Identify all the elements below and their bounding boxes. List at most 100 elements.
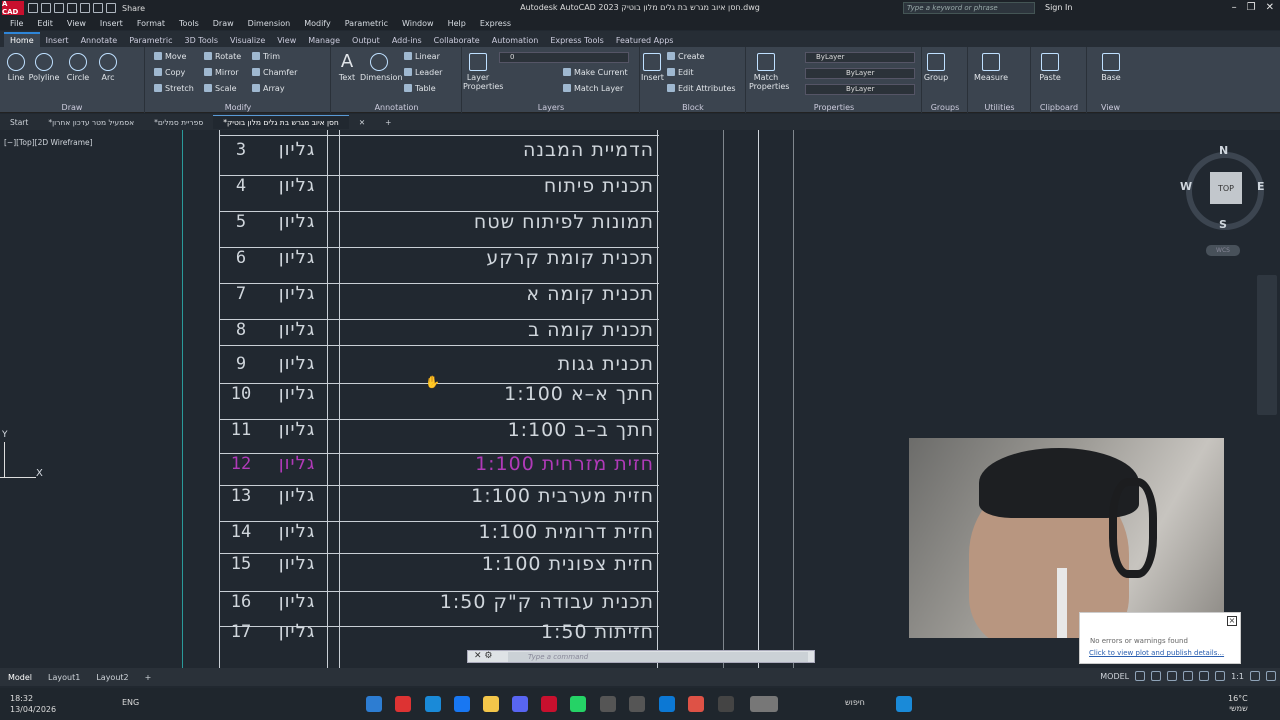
command-close-icon[interactable]: ✕ ⚙ <box>474 651 492 661</box>
polyline-button[interactable]: Polyline <box>28 53 60 82</box>
text-button[interactable]: A Text <box>334 53 360 83</box>
language-indicator[interactable]: ENG <box>122 698 139 707</box>
workspace-gear-icon[interactable] <box>1250 671 1260 681</box>
table-row[interactable]: 15 גליון חזית צפונית 1:100 <box>219 548 659 582</box>
compass-west[interactable]: W <box>1180 180 1192 193</box>
menu-modify[interactable]: Modify <box>304 19 331 28</box>
view-panel-label[interactable]: View <box>1088 103 1133 112</box>
match-layer-button[interactable]: Match Layer <box>563 84 623 93</box>
table-row[interactable]: 11 גליון חתך ב–ב 1:100 <box>219 414 659 448</box>
polar-icon[interactable] <box>1183 671 1194 681</box>
table-row[interactable]: 8 גליון תכנית קומה ב <box>219 314 659 348</box>
compass-south[interactable]: S <box>1219 218 1227 231</box>
taskbar-clock[interactable]: 18:32 13/04/2026 <box>10 693 56 715</box>
menu-edit[interactable]: Edit <box>37 19 53 28</box>
tab-3d-tools[interactable]: 3D Tools <box>179 34 225 47</box>
chamfer-button[interactable]: Chamfer <box>252 68 297 77</box>
insert-block-button[interactable]: Insert <box>641 53 664 82</box>
menu-file[interactable]: File <box>10 19 23 28</box>
scale-button[interactable]: Scale <box>204 84 237 93</box>
arc-button[interactable]: Arc <box>96 53 120 82</box>
match-properties-button[interactable]: Match Properties <box>749 53 789 91</box>
weather-widget[interactable]: 16°C שמשי <box>1228 694 1248 714</box>
rotate-button[interactable]: Rotate <box>204 52 241 61</box>
layout-tab-model[interactable]: Model <box>0 671 40 684</box>
tab-express-tools[interactable]: Express Tools <box>544 34 610 47</box>
lineweight-dropdown[interactable]: ByLayer <box>805 84 915 95</box>
app-icon[interactable] <box>718 696 734 712</box>
app-icon[interactable] <box>366 696 382 712</box>
table-button[interactable]: Table <box>404 84 436 93</box>
groups-panel-label[interactable]: Groups <box>923 103 967 112</box>
discord-icon[interactable] <box>512 696 528 712</box>
layer-properties-button[interactable]: Layer Properties <box>463 53 503 91</box>
stretch-button[interactable]: Stretch <box>154 84 194 93</box>
table-row[interactable]: 3 גליון הדמיית המבנה <box>219 134 659 168</box>
app-icon[interactable] <box>750 696 778 712</box>
annotation-scale[interactable]: 1:1 <box>1231 672 1244 681</box>
lineweight-icon[interactable] <box>1215 671 1226 681</box>
table-row[interactable]: 16 גליון תכנית עבודה ק"ק 1:50 <box>219 586 659 620</box>
navigation-bar[interactable] <box>1257 275 1277 415</box>
line-button[interactable]: Line <box>4 53 28 82</box>
layout-tab-layout2[interactable]: Layout2 <box>88 671 136 684</box>
table-row[interactable]: 17 גליון חזיתות 1:50 <box>219 616 659 650</box>
snap-icon[interactable] <box>1151 671 1162 681</box>
color-dropdown[interactable]: ByLayer <box>805 52 915 63</box>
doc-tab-2[interactable]: *ספריית סמלים <box>144 116 213 129</box>
osnap-icon[interactable] <box>1199 671 1210 681</box>
properties-panel-label[interactable]: Properties <box>747 103 921 112</box>
compass-north[interactable]: N <box>1219 144 1228 157</box>
viewcube-top[interactable]: TOP <box>1210 172 1242 204</box>
doc-tab-close-icon[interactable]: ✕ <box>349 116 375 129</box>
block-panel-label[interactable]: Block <box>641 103 745 112</box>
tab-featured-apps[interactable]: Featured Apps <box>610 34 680 47</box>
menu-dimension[interactable]: Dimension <box>248 19 291 28</box>
table-row[interactable]: 7 גליון תכנית קומה א <box>219 278 659 312</box>
wcs-menu[interactable]: WCS <box>1206 245 1240 256</box>
close-icon[interactable]: × <box>1227 616 1237 626</box>
sign-in-button[interactable]: Sign In <box>1045 3 1072 12</box>
trim-button[interactable]: Trim <box>252 52 280 61</box>
linear-button[interactable]: Linear <box>404 52 440 61</box>
windows-start-icon[interactable] <box>896 696 912 712</box>
facebook-icon[interactable] <box>454 696 470 712</box>
autocad-taskbar-icon[interactable] <box>541 696 557 712</box>
tab-home[interactable]: Home <box>4 32 40 47</box>
app-icon[interactable] <box>629 696 645 712</box>
whatsapp-icon[interactable] <box>570 696 586 712</box>
doc-tab-active[interactable]: *חסן איוב מגרש בת גלים מלון בוטיק <box>213 115 349 129</box>
tab-collaborate[interactable]: Collaborate <box>428 34 486 47</box>
table-row[interactable]: 14 גליון חזית דרומית 1:100 <box>219 516 659 550</box>
tab-automation[interactable]: Automation <box>486 34 545 47</box>
menu-format[interactable]: Format <box>137 19 165 28</box>
tab-annotate[interactable]: Annotate <box>75 34 124 47</box>
annotation-panel-label[interactable]: Annotation <box>332 103 461 112</box>
create-block-button[interactable]: Create <box>667 52 705 61</box>
modify-panel-label[interactable]: Modify <box>146 103 330 112</box>
layout-tab-layout1[interactable]: Layout1 <box>40 671 88 684</box>
viewport-controls[interactable]: [−][Top][2D Wireframe] <box>4 138 93 147</box>
table-row[interactable]: 12 גליון חזית מזרחית 1:100 <box>219 448 659 482</box>
tab-parametric[interactable]: Parametric <box>123 34 178 47</box>
doc-tab-1[interactable]: *אסמעיל מטר עדכון אחרון <box>38 116 144 129</box>
compass-east[interactable]: E <box>1257 180 1265 193</box>
layer-dropdown[interactable]: 0 <box>499 52 629 63</box>
maximize-icon[interactable]: ❐ <box>1247 2 1256 13</box>
array-button[interactable]: Array <box>252 84 285 93</box>
grid-icon[interactable] <box>1135 671 1146 681</box>
table-row[interactable]: 5 גליון תמונות לפיתוח שטח <box>219 206 659 240</box>
clipboard-panel-label[interactable]: Clipboard <box>1032 103 1086 112</box>
menu-window[interactable]: Window <box>402 19 434 28</box>
move-button[interactable]: Move <box>154 52 186 61</box>
tab-add-ins[interactable]: Add-ins <box>386 34 428 47</box>
menu-help[interactable]: Help <box>448 19 466 28</box>
model-space-toggle[interactable]: MODEL <box>1100 672 1129 681</box>
layers-panel-label[interactable]: Layers <box>463 103 639 112</box>
paste-button[interactable]: Paste <box>1036 53 1064 82</box>
group-button[interactable]: Group <box>923 53 949 82</box>
new-tab-icon[interactable]: + <box>375 116 401 129</box>
menu-insert[interactable]: Insert <box>100 19 123 28</box>
make-current-button[interactable]: Make Current <box>563 68 628 77</box>
app-icon[interactable] <box>425 696 441 712</box>
